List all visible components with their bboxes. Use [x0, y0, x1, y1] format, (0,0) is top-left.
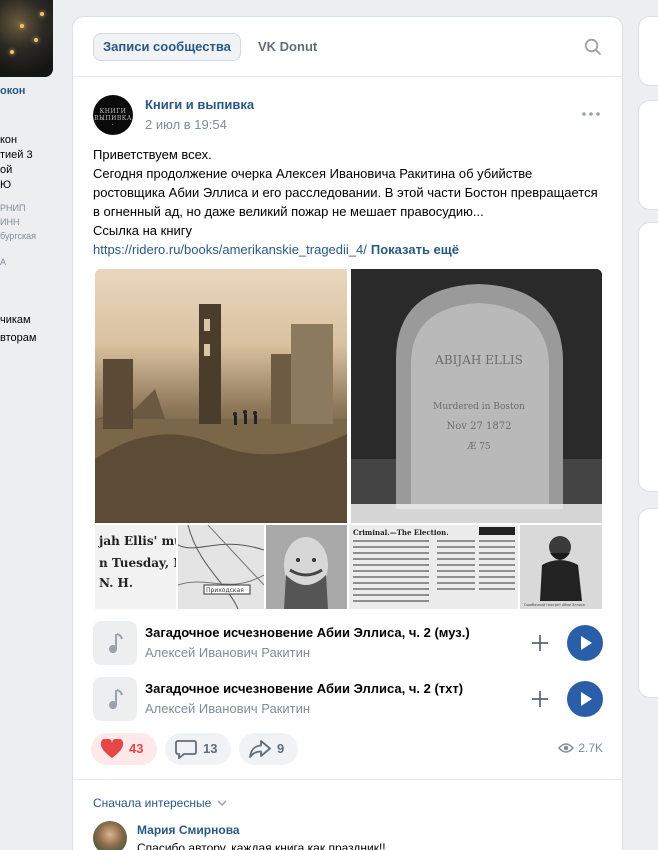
like-count: 43 [129, 741, 144, 756]
post-text-line: ростовщика Абии Эллиса и его расследован… [93, 185, 598, 200]
comment-avatar[interactable] [93, 821, 127, 850]
post-date[interactable]: 2 июл в 19:54 [145, 117, 227, 132]
sidebar-line[interactable]: чикам [0, 313, 31, 328]
svg-text:Nov 27 1872: Nov 27 1872 [447, 421, 512, 432]
audio-track[interactable]: Загадочное исчезновение Абии Эллиса, ч. … [93, 677, 613, 723]
heart-icon [101, 739, 123, 758]
tab-community-posts[interactable]: Записи сообщества [93, 33, 241, 61]
svg-text:n Tuesday, N: n Tuesday, N [99, 556, 176, 570]
right-card [638, 16, 658, 86]
community-cover-thumb[interactable] [0, 0, 53, 77]
search-icon[interactable] [584, 38, 602, 56]
sidebar-line[interactable]: окон [0, 84, 25, 99]
music-note-icon [93, 677, 137, 721]
track-title: Загадочное исчезновение Абии Эллиса, ч. … [145, 625, 470, 640]
more-options-icon[interactable] [582, 112, 600, 116]
share-icon [249, 740, 271, 758]
post-text: Приветствуем всех. Сегодня продолжение о… [93, 145, 613, 259]
comment-button[interactable]: 13 [165, 733, 231, 765]
comment-text: Спасибо автору, каждая книга как праздни… [137, 841, 386, 850]
sidebar-line: кон [0, 134, 18, 146]
add-icon[interactable] [531, 634, 549, 652]
view-count: 2.7K [558, 741, 603, 755]
sidebar-line[interactable]: вторам [0, 331, 36, 346]
sidebar-line: Ю [0, 179, 12, 191]
sidebar-line: РНИП [0, 203, 26, 213]
book-link[interactable]: https://ridero.ru/books/amerikanskie_tra… [93, 242, 367, 257]
sidebar-line: ой [0, 164, 13, 176]
share-count: 9 [277, 741, 285, 756]
post-actions: 43 13 9 2.7K [91, 733, 611, 767]
share-button[interactable]: 9 [239, 733, 298, 765]
post-text-line: Ссылка на книгу [93, 223, 193, 238]
eye-icon [558, 743, 575, 753]
right-card [638, 508, 658, 698]
like-button[interactable]: 43 [91, 733, 157, 765]
post-header: КНИГИ ВЫПИВКА · Книги и выпивка 2 июл в 19… [73, 77, 622, 139]
track-title: Загадочное исчезновение Абии Эллиса, ч. … [145, 681, 464, 696]
svg-text:jah Ellis' mu: jah Ellis' mu [98, 534, 176, 548]
post-text-line: Приветствуем всех. [93, 147, 212, 162]
photo-portrait-seated-man[interactable]: Ошибочный портрет Абии Эллиса [520, 525, 602, 609]
music-note-icon [93, 621, 137, 665]
sidebar-line: тией 3 [0, 149, 33, 161]
comment-count: 13 [203, 741, 218, 756]
track-artist[interactable]: Алексей Иванович Ракитин [145, 701, 310, 716]
left-sidebar-fragment: окон кон тией 3 ой Ю РНИП ИНН бургская А… [0, 0, 58, 850]
chevron-down-icon [217, 800, 227, 807]
play-button[interactable] [567, 625, 603, 661]
photo-portrait-old-man[interactable] [266, 525, 347, 609]
sidebar-line: ИНН [0, 217, 20, 227]
wall-card: Записи сообщества VK Donut КНИГИ ВЫПИВКА ·… [72, 16, 623, 850]
wall-tabs: Записи сообщества VK Donut [73, 17, 622, 77]
comment-sort-dropdown[interactable]: Сначала интересные [93, 796, 227, 810]
right-card [638, 100, 658, 210]
photo-newspaper-columns[interactable]: Criminal.—The Election. [349, 525, 518, 609]
photo-gravestone[interactable]: ABIJAH ELLIS Murdered in Boston Nov 27 1… [351, 269, 602, 523]
svg-text:ABIJAH ELLIS: ABIJAH ELLIS [434, 353, 523, 367]
group-name-link[interactable]: Книги и выпивка [145, 97, 254, 112]
tab-vk-donut[interactable]: VK Donut [258, 33, 317, 61]
map-label: Приходская [206, 587, 244, 594]
comment-icon [175, 740, 197, 759]
photo-newspaper-clip[interactable]: jah Ellis' mu n Tuesday, N N. H. [95, 525, 176, 609]
portrait-caption: Ошибочный портрет Абии Эллиса [524, 603, 585, 607]
sidebar-line: бургская [0, 231, 36, 241]
show-more-link[interactable]: Показать ещё [371, 242, 459, 257]
add-icon[interactable] [531, 690, 549, 708]
track-artist[interactable]: Алексей Иванович Ракитин [145, 645, 310, 660]
view-count-value: 2.7K [578, 741, 603, 755]
photo-map[interactable]: Приходская [178, 525, 264, 609]
group-avatar[interactable]: КНИГИ ВЫПИВКА · [93, 95, 133, 135]
svg-text:Murdered in Boston: Murdered in Boston [433, 402, 525, 412]
svg-text:N. H.: N. H. [99, 576, 133, 590]
post-text-line: Сегодня продолжение очерка Алексея Ивано… [93, 166, 533, 181]
post-text-line: в огненный ад, но даже великий пожар не … [93, 204, 484, 219]
photo-boston-ruins[interactable] [95, 269, 347, 523]
right-card [638, 222, 658, 492]
comment-author[interactable]: Мария Смирнова [137, 823, 240, 837]
audio-track[interactable]: Загадочное исчезновение Абии Эллиса, ч. … [93, 621, 613, 667]
play-button[interactable] [567, 681, 603, 717]
svg-text:Criminal.—The Election.: Criminal.—The Election. [353, 528, 449, 537]
svg-text:Æ 75: Æ 75 [466, 442, 491, 452]
sidebar-line: А [0, 257, 7, 267]
comment-sort-label: Сначала интересные [93, 796, 212, 810]
comments-section: Сначала интересные Мария Смирнова Спасиб… [73, 779, 622, 850]
